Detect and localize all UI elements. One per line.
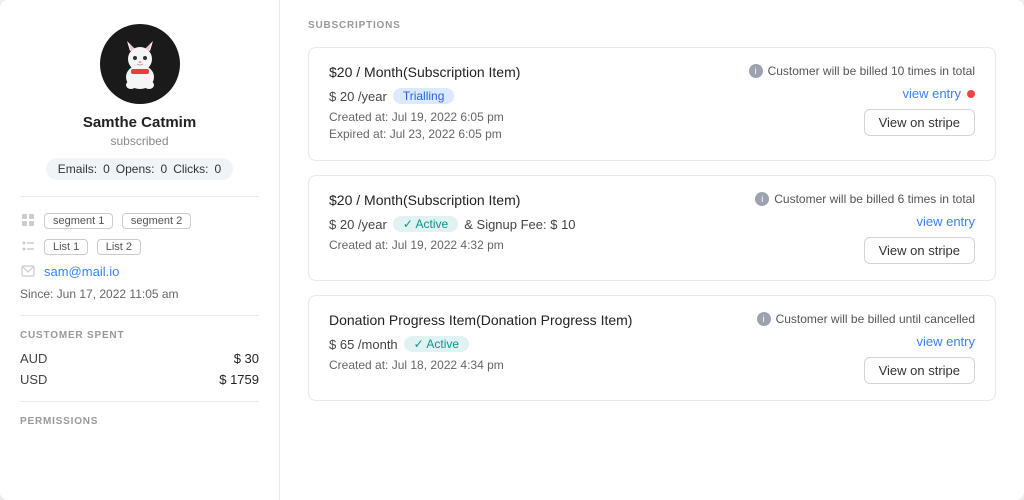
sub-price-row: $ 20 /year Trialling — [329, 88, 749, 104]
lists-row: List 1 List 2 — [20, 237, 259, 255]
subscription-card: $20 / Month(Subscription Item) $ 20 /yea… — [308, 47, 996, 161]
subscriptions-label: SUBSCRIPTIONS — [308, 20, 996, 31]
sub-price-row: $ 65 /month ✓ Active — [329, 336, 755, 352]
currency-code: USD — [20, 372, 47, 387]
signup-fee: & Signup Fee: $ 10 — [464, 217, 575, 232]
currency-row: USD $ 1759 — [20, 372, 259, 387]
sub-badge: ✓ Active — [393, 216, 458, 232]
stats-bar: Emails: 0 Opens: 0 Clicks: 0 — [46, 158, 233, 180]
info-icon: i — [749, 64, 763, 78]
billing-info: i Customer will be billed until cancelle… — [757, 312, 975, 326]
sub-created: Created at: Jul 19, 2022 6:05 pm — [329, 110, 749, 124]
divider — [20, 196, 259, 197]
sub-title: Donation Progress Item(Donation Progress… — [329, 312, 755, 328]
segment-tag-1[interactable]: segment 1 — [44, 213, 113, 229]
user-name: Samthe Catmim — [83, 114, 196, 131]
segment-icon — [20, 212, 36, 228]
currency-code: AUD — [20, 351, 47, 366]
view-on-stripe-button[interactable]: View on stripe — [864, 357, 975, 384]
clicks-value: 0 — [215, 162, 222, 176]
main-content: SUBSCRIPTIONS $20 / Month(Subscription I… — [280, 0, 1024, 500]
sub-right: i Customer will be billed until cancelle… — [755, 312, 975, 384]
billing-info: i Customer will be billed 6 times in tot… — [755, 192, 975, 206]
opens-value: 0 — [161, 162, 168, 176]
sub-badge: ✓ Active — [404, 336, 469, 352]
list-icon — [20, 238, 36, 254]
info-icon: i — [757, 312, 771, 326]
billing-text: Customer will be billed 6 times in total — [774, 192, 975, 206]
segment-tags: segment 1 segment 2 — [44, 211, 195, 229]
user-profile-section: Samthe Catmim subscribed Emails: 0 Opens… — [20, 24, 259, 180]
view-on-stripe-button[interactable]: View on stripe — [864, 109, 975, 136]
sidebar: Samthe Catmim subscribed Emails: 0 Opens… — [0, 0, 280, 500]
currency-list: AUD $ 30 USD $ 1759 — [20, 351, 259, 387]
billing-text: Customer will be billed until cancelled — [776, 312, 975, 326]
sub-created: Created at: Jul 18, 2022 4:34 pm — [329, 358, 755, 372]
sub-created: Created at: Jul 19, 2022 4:32 pm — [329, 238, 755, 252]
currency-amount: $ 30 — [234, 351, 259, 366]
sub-title: $20 / Month(Subscription Item) — [329, 192, 755, 208]
clicks-label: Clicks: — [173, 162, 208, 176]
subscription-card: Donation Progress Item(Donation Progress… — [308, 295, 996, 401]
sub-title: $20 / Month(Subscription Item) — [329, 64, 749, 80]
list-tags: List 1 List 2 — [44, 237, 145, 255]
view-entry-link[interactable]: view entry — [916, 334, 975, 349]
sub-left: $20 / Month(Subscription Item) $ 20 /yea… — [329, 64, 749, 144]
view-entry-link[interactable]: view entry — [902, 86, 961, 101]
list-tag-1[interactable]: List 1 — [44, 239, 88, 255]
billing-text: Customer will be billed 10 times in tota… — [768, 64, 975, 78]
billing-info: i Customer will be billed 10 times in to… — [749, 64, 975, 78]
sub-badge: Trialling — [393, 88, 455, 104]
sub-right: i Customer will be billed 10 times in to… — [749, 64, 975, 136]
email-row: sam@mail.io — [20, 263, 259, 279]
sub-expired: Expired at: Jul 23, 2022 6:05 pm — [329, 127, 749, 141]
sub-right: i Customer will be billed 6 times in tot… — [755, 192, 975, 264]
email-icon — [20, 263, 36, 279]
opens-label: Opens: — [116, 162, 155, 176]
view-on-stripe-button[interactable]: View on stripe — [864, 237, 975, 264]
sub-left: Donation Progress Item(Donation Progress… — [329, 312, 755, 375]
sub-price: $ 65 /month — [329, 337, 398, 352]
sub-price: $ 20 /year — [329, 89, 387, 104]
emails-label: Emails: — [58, 162, 97, 176]
permissions-label: PERMISSIONS — [20, 416, 259, 427]
segment-tag-2[interactable]: segment 2 — [122, 213, 191, 229]
divider-3 — [20, 401, 259, 402]
currency-row: AUD $ 30 — [20, 351, 259, 366]
since-date: Since: Jun 17, 2022 11:05 am — [20, 287, 259, 301]
sub-price-row: $ 20 /year ✓ Active & Signup Fee: $ 10 — [329, 216, 755, 232]
segments-row: segment 1 segment 2 — [20, 211, 259, 229]
user-status: subscribed — [110, 134, 168, 148]
subscription-card: $20 / Month(Subscription Item) $ 20 /yea… — [308, 175, 996, 281]
divider-2 — [20, 315, 259, 316]
sub-left: $20 / Month(Subscription Item) $ 20 /yea… — [329, 192, 755, 255]
email-address[interactable]: sam@mail.io — [44, 264, 119, 279]
info-icon: i — [755, 192, 769, 206]
red-dot-indicator — [967, 90, 975, 98]
list-tag-2[interactable]: List 2 — [97, 239, 141, 255]
avatar — [100, 24, 180, 104]
subscription-cards: $20 / Month(Subscription Item) $ 20 /yea… — [308, 47, 996, 401]
sub-price: $ 20 /year — [329, 217, 387, 232]
view-entry-link[interactable]: view entry — [916, 214, 975, 229]
currency-amount: $ 1759 — [219, 372, 259, 387]
customer-spent-label: CUSTOMER SPENT — [20, 330, 259, 341]
emails-value: 0 — [103, 162, 110, 176]
